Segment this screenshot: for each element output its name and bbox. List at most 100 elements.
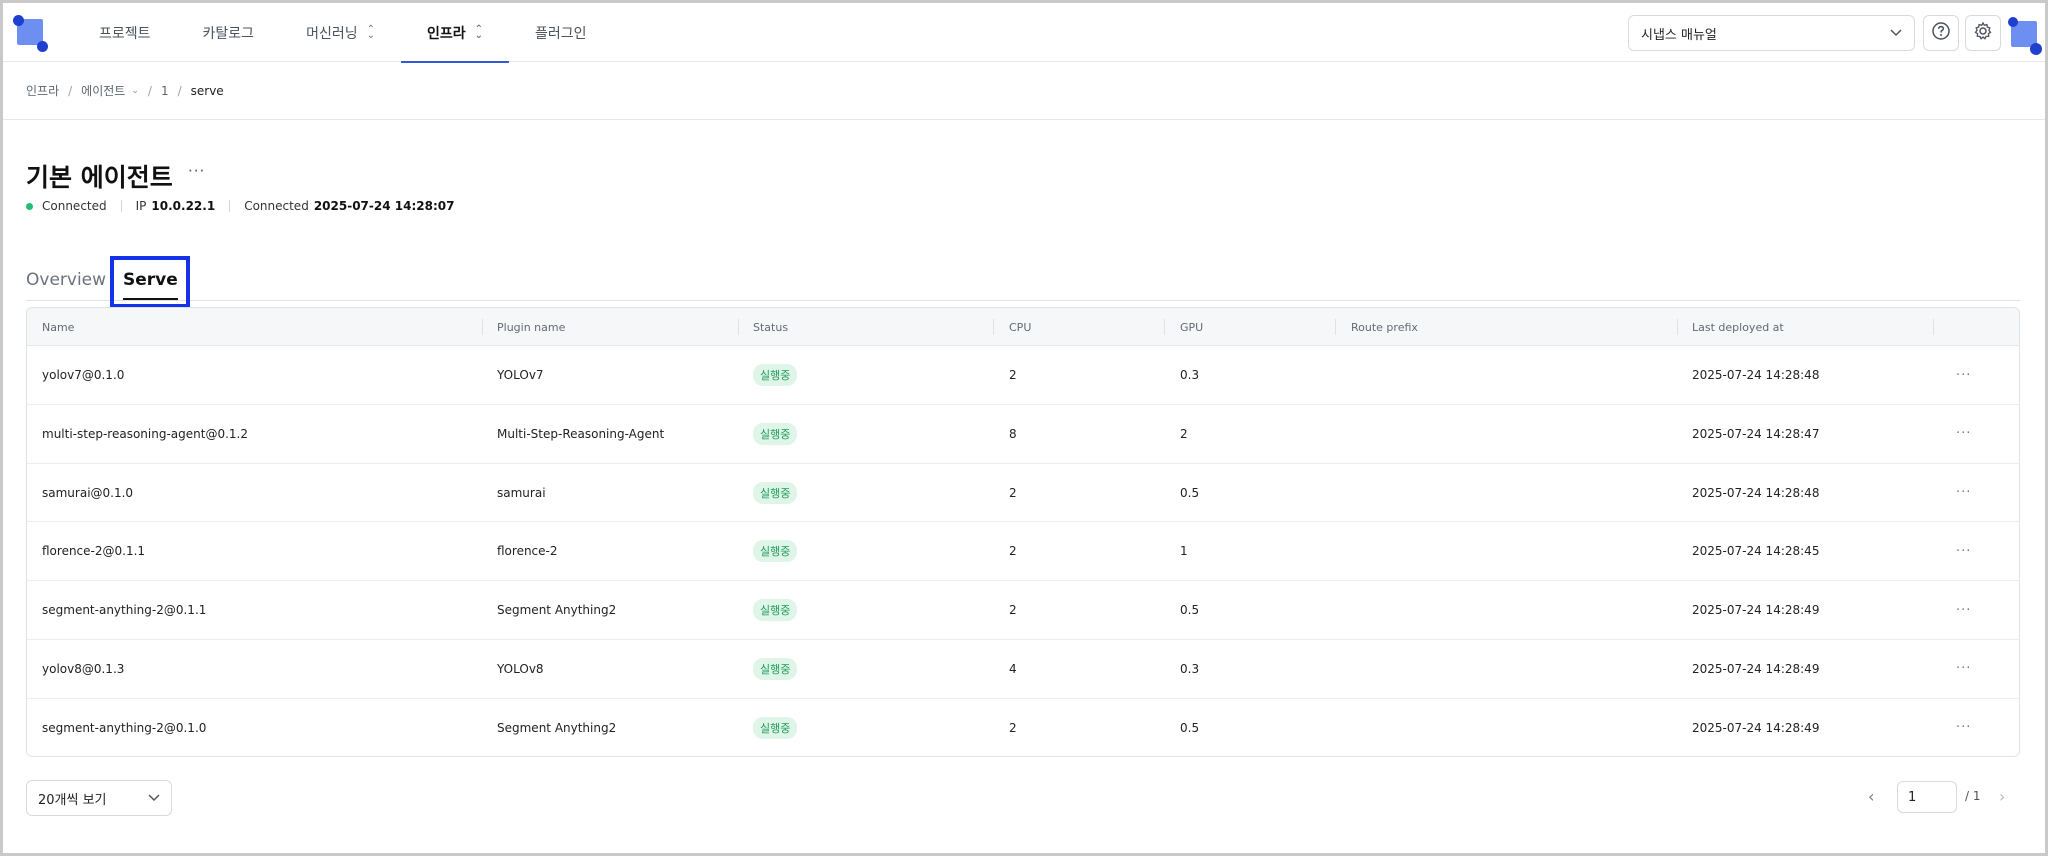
column-header-cpu: CPU xyxy=(1009,320,1032,334)
cell-status: 실행중 xyxy=(753,640,798,698)
project-select[interactable]: 시냅스 매뉴얼 xyxy=(1628,15,1915,51)
cell-gpu: 0.3 xyxy=(1180,368,1200,382)
user-avatar[interactable] xyxy=(2008,15,2042,55)
cell-gpu: 0.3 xyxy=(1180,661,1200,676)
agent-meta: Connected IP 10.0.22.1 Connected 2025-07… xyxy=(26,199,454,213)
divider xyxy=(229,200,231,212)
cell-cpu: 2 xyxy=(1009,368,1017,382)
cell-plugin: Segment Anything2 xyxy=(497,603,617,618)
status-badge: 실행중 xyxy=(753,540,798,563)
row-more-icon[interactable]: ··· xyxy=(1956,640,1971,698)
gear-icon xyxy=(1973,21,1993,45)
row-more-icon[interactable]: ··· xyxy=(1956,699,1971,756)
row-more-icon[interactable]: ··· xyxy=(1956,464,1971,522)
connected-label: Connected xyxy=(244,199,309,213)
column-separator xyxy=(1677,319,1678,335)
help-button[interactable] xyxy=(1923,15,1959,51)
nav-item-label: 머신러닝 xyxy=(306,25,358,42)
cell-gpu: 1 xyxy=(1180,544,1188,559)
row-more-icon[interactable]: ··· xyxy=(1956,522,1971,580)
cell-name: yolov7@0.1.0 xyxy=(42,368,125,382)
column-separator xyxy=(1164,319,1165,335)
table-row[interactable]: yolov8@0.1.3 YOLOv8 실행중 4 0.3 2025-07-24… xyxy=(27,640,2019,699)
cell-gpu: 0.5 xyxy=(1180,720,1200,735)
table-header: Name Plugin name Status CPU GPU Route pr… xyxy=(27,308,2019,346)
project-select-value: 시냅스 매뉴얼 xyxy=(1641,27,1717,43)
help-circle-icon xyxy=(1931,21,1951,45)
cell-status: 실행중 xyxy=(753,405,798,463)
cell-gpu: 0.5 xyxy=(1180,485,1200,500)
table-row[interactable]: segment-anything-2@0.1.1 Segment Anythin… xyxy=(27,581,2019,640)
table-row[interactable]: segment-anything-2@0.1.0 Segment Anythin… xyxy=(27,699,2019,756)
table-row[interactable]: samurai@0.1.0 samurai 실행중 2 0.5 2025-07-… xyxy=(27,464,2019,523)
column-separator xyxy=(993,319,994,335)
status-badge: 실행중 xyxy=(753,422,798,445)
column-separator xyxy=(1933,319,1934,335)
page-number-input[interactable]: 1 xyxy=(1897,781,1957,813)
nav-item-catalog[interactable]: 카탈로그 xyxy=(177,3,281,62)
breadcrumb-item-agent[interactable]: 에이전트 xyxy=(81,82,125,99)
column-header-status: Status xyxy=(753,320,789,334)
chevron-down-icon xyxy=(1890,26,1902,41)
nav-item-projects[interactable]: 프로젝트 xyxy=(73,3,177,62)
nav-item-machine-learning[interactable]: 머신러닝 ⌃ ⌄ xyxy=(280,3,401,62)
breadcrumb-item-infra[interactable]: 인프라 xyxy=(26,82,59,99)
chevron-updown-icon: ⌃ ⌄ xyxy=(474,23,484,41)
chevron-left-icon[interactable]: ‹ xyxy=(1868,787,1874,806)
cell-plugin: Multi-Step-Reasoning-Agent xyxy=(497,426,665,441)
cell-cpu: 2 xyxy=(1009,603,1017,618)
nav-item-label: 카탈로그 xyxy=(202,25,255,42)
cell-gpu: 0.5 xyxy=(1180,603,1200,618)
cell-deployed: 2025-07-24 14:28:48 xyxy=(1692,485,1820,500)
cell-name: samurai@0.1.0 xyxy=(42,485,134,500)
column-header-gpu: GPU xyxy=(1180,320,1204,334)
cell-status: 실행중 xyxy=(753,522,798,580)
cell-plugin: florence-2 xyxy=(497,544,558,559)
breadcrumb-item-agent-id[interactable]: 1 xyxy=(161,84,169,98)
cell-plugin: YOLOv8 xyxy=(497,661,544,676)
column-header-name: Name xyxy=(42,320,75,334)
status-badge: 실행중 xyxy=(753,657,798,680)
cell-name: segment-anything-2@0.1.0 xyxy=(42,720,207,735)
top-nav-bar: 프로젝트 카탈로그 머신러닝 ⌃ ⌄ 인프라 ⌃ ⌄ 플러그인 시냅스 매뉴얼 xyxy=(3,3,2045,63)
chevron-down-icon[interactable]: ⌄ xyxy=(131,86,139,96)
column-separator xyxy=(482,319,483,335)
page-number-value: 1 xyxy=(1908,789,1917,805)
tab-serve[interactable]: Serve xyxy=(123,270,178,300)
table-row[interactable]: multi-step-reasoning-agent@0.1.2 Multi-S… xyxy=(27,405,2019,464)
tab-overview[interactable]: Overview xyxy=(26,270,106,290)
breadcrumb: 인프라 / 에이전트 ⌄ / 1 / serve xyxy=(3,62,2045,120)
cell-status: 실행중 xyxy=(753,699,798,756)
column-separator xyxy=(1335,319,1336,335)
cell-cpu: 2 xyxy=(1009,720,1017,735)
chevron-right-icon[interactable]: › xyxy=(1999,787,2005,806)
cell-cpu: 2 xyxy=(1009,544,1017,559)
serve-table: Name Plugin name Status CPU GPU Route pr… xyxy=(26,307,2020,757)
cell-status: 실행중 xyxy=(753,464,798,522)
row-more-icon[interactable]: ··· xyxy=(1956,405,1971,463)
table-row[interactable]: yolov7@0.1.0 YOLOv7 실행중 2 0.3 2025-07-24… xyxy=(27,346,2019,405)
tab-bar: Overview Serve xyxy=(26,256,2020,301)
cell-name: yolov8@0.1.3 xyxy=(42,661,125,676)
cell-deployed: 2025-07-24 14:28:49 xyxy=(1692,661,1820,676)
chevron-updown-icon: ⌃ ⌄ xyxy=(366,23,375,41)
more-options-icon[interactable]: ··· xyxy=(188,162,205,180)
status-badge: 실행중 xyxy=(753,364,798,386)
cell-deployed: 2025-07-24 14:28:49 xyxy=(1692,720,1820,735)
row-more-icon[interactable]: ··· xyxy=(1956,346,1971,404)
app-logo[interactable] xyxy=(13,15,48,52)
cell-plugin: samurai xyxy=(497,485,546,500)
table-row[interactable]: florence-2@0.1.1 florence-2 실행중 2 1 2025… xyxy=(27,522,2019,582)
column-header-plugin: Plugin name xyxy=(497,320,566,334)
nav-item-infra[interactable]: 인프라 ⌃ ⌄ xyxy=(400,3,510,63)
cell-name: multi-step-reasoning-agent@0.1.2 xyxy=(42,426,248,441)
page-size-value: 20개씩 보기 xyxy=(38,792,107,808)
page-size-select[interactable]: 20개씩 보기 xyxy=(26,780,172,816)
cell-deployed: 2025-07-24 14:28:49 xyxy=(1692,603,1820,618)
connected-at-value: 2025-07-24 14:28:07 xyxy=(313,199,455,213)
ip-label: IP xyxy=(135,199,147,213)
nav-item-plugins[interactable]: 플러그인 xyxy=(509,3,613,62)
breadcrumb-item-current: serve xyxy=(190,83,224,98)
settings-button[interactable] xyxy=(1965,15,2001,51)
row-more-icon[interactable]: ··· xyxy=(1956,581,1971,639)
